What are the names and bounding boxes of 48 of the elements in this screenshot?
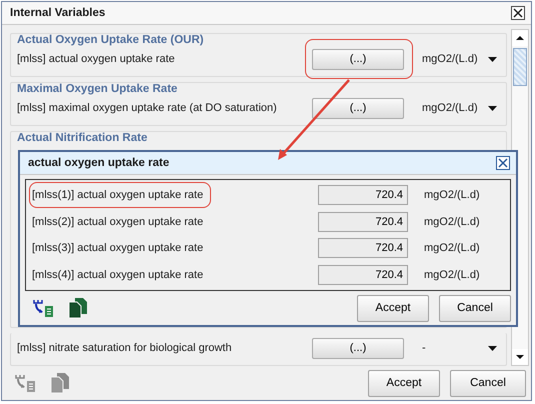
scroll-thumb[interactable] <box>513 48 527 86</box>
toolbar-button[interactable] <box>32 298 54 318</box>
variable-label: [mlss] nitrate saturation for biological growth <box>17 342 233 354</box>
down-arrow-icon <box>516 355 524 359</box>
import-icon <box>14 373 36 393</box>
popup-title: actual oxygen uptake rate <box>28 157 170 169</box>
details-button[interactable]: (...) <box>312 338 404 358</box>
caret-icon <box>488 56 496 62</box>
close-button[interactable] <box>496 156 510 170</box>
scroll-up-button[interactable] <box>512 30 528 46</box>
value-field[interactable]: 720.4 <box>318 212 408 232</box>
toolbar-button[interactable] <box>68 297 88 319</box>
scroll-down-button[interactable] <box>512 349 528 365</box>
value-field[interactable]: 720.4 <box>318 185 408 206</box>
accept-button[interactable]: Accept <box>357 294 429 322</box>
unit-label: mgO2/(L.d) <box>424 189 481 202</box>
up-arrow-icon <box>516 36 524 40</box>
variable-label: [mlss(1)] actual oxygen uptake rate <box>32 189 318 202</box>
unit-label: mgO2/(L.d) <box>424 242 481 254</box>
variable-label: [mlss(4)] actual oxygen uptake rate <box>32 268 204 281</box>
close-icon <box>498 158 508 168</box>
cancel-button[interactable]: Cancel <box>439 294 511 322</box>
value-field[interactable]: 720.4 <box>318 264 408 285</box>
variable-label: [mlss] maximal oxygen uptake rate (at DO saturation) <box>17 102 278 114</box>
value-field[interactable]: 720.4 <box>318 238 408 258</box>
variable-label: [mlss(2)] actual oxygen uptake rate <box>32 216 204 228</box>
caret-icon <box>488 106 496 110</box>
caret-icon <box>488 346 496 350</box>
copy-icon <box>68 297 88 319</box>
unit-label: - <box>422 342 427 354</box>
unit-label: mgO2/(L.d) <box>424 216 481 228</box>
window-title: Internal Variables <box>10 7 106 19</box>
copy-icon <box>50 372 70 394</box>
group-title: Actual Oxygen Uptake Rate (OUR) <box>17 34 205 46</box>
group-title: Actual Nitrification Rate <box>17 132 148 144</box>
details-button[interactable]: (...) <box>312 48 404 70</box>
unit-label: mgO2/(L.d) <box>422 102 479 114</box>
accept-button[interactable]: Accept <box>368 370 440 396</box>
import-icon <box>32 298 54 318</box>
group-title: Maximal Oxygen Uptake Rate <box>17 83 178 95</box>
close-button[interactable] <box>511 6 525 20</box>
variable-label: [mlss] actual oxygen uptake rate <box>17 53 176 65</box>
unit-label: mgO2/(L.d) <box>422 53 479 65</box>
variable-label: [mlss(3)] actual oxygen uptake rate <box>32 242 204 254</box>
details-button[interactable]: (...) <box>312 98 404 118</box>
close-icon <box>513 8 523 18</box>
unit-label: mgO2/(L.d) <box>424 268 481 281</box>
cancel-button[interactable]: Cancel <box>450 370 526 396</box>
